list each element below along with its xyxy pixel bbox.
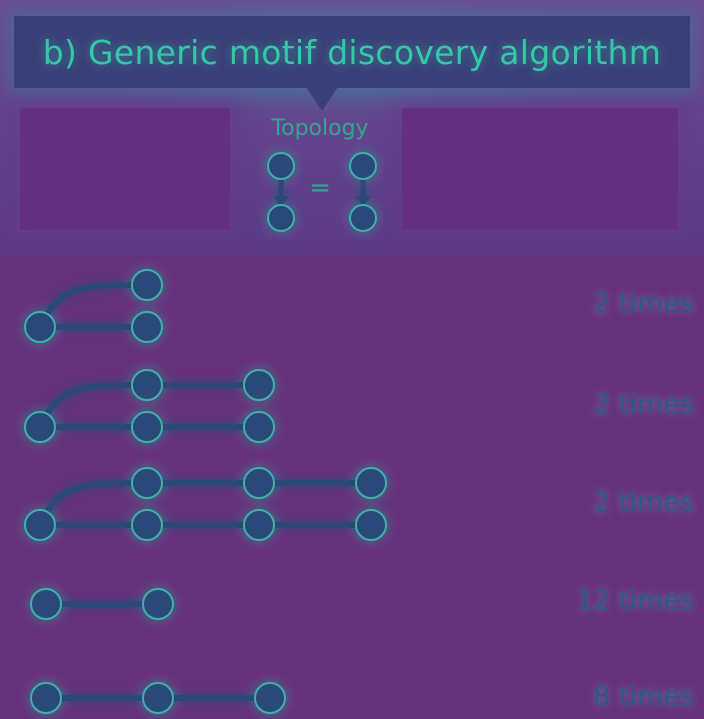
motif-graph-2 <box>24 369 275 443</box>
graph-node <box>254 682 286 714</box>
graph-node <box>24 509 56 541</box>
branch-edge <box>37 282 148 329</box>
branch-edge <box>37 480 148 527</box>
motif-count-4: 12 times <box>575 585 694 616</box>
graph-node <box>355 467 387 499</box>
graph-node <box>131 467 163 499</box>
graph-node <box>24 411 56 443</box>
graph-node <box>131 269 163 301</box>
topology-edge-left <box>267 152 295 232</box>
graph-node <box>30 588 62 620</box>
motif-count-5: 8 times <box>593 681 694 712</box>
graph-node <box>243 369 275 401</box>
motif-count-1: 2 times <box>593 288 694 319</box>
motif-graph-5 <box>30 682 286 714</box>
graph-node <box>131 311 163 343</box>
graph-node <box>131 509 163 541</box>
topology-equals-sign: = <box>309 173 331 203</box>
motif-count-3: 2 times <box>593 487 694 518</box>
graph-node <box>131 411 163 443</box>
motif-graph-4 <box>30 588 174 620</box>
motif-count-2: 2 times <box>593 389 694 420</box>
topology-edge-right <box>349 152 377 232</box>
motif-graph-3 <box>24 467 387 541</box>
graph-node <box>243 509 275 541</box>
graph-node <box>243 467 275 499</box>
graph-node <box>243 411 275 443</box>
graph-node <box>142 682 174 714</box>
graph-node <box>131 369 163 401</box>
motif-graph-1 <box>24 269 163 343</box>
graph-node <box>142 588 174 620</box>
graph-node <box>355 509 387 541</box>
branch-edge <box>37 382 148 429</box>
graph-node <box>24 311 56 343</box>
graph-node <box>30 682 62 714</box>
